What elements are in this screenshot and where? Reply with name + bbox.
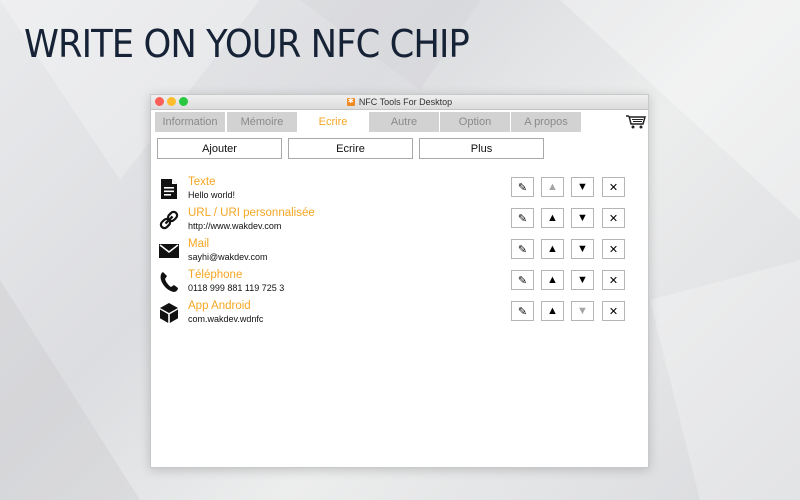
pencil-icon: ✎ [517, 181, 528, 194]
link-icon [158, 209, 180, 231]
write-button[interactable]: Ecrire [288, 138, 413, 159]
move-up-button[interactable]: ▲ [541, 301, 564, 321]
move-up-button[interactable]: ▲ [541, 270, 564, 290]
tab-information[interactable]: Information [155, 112, 225, 132]
pencil-icon: ✎ [517, 274, 528, 287]
shopping-cart-icon[interactable] [625, 113, 647, 129]
edit-record-button[interactable]: ✎ [511, 239, 534, 259]
record-title: Mail [188, 238, 210, 250]
record-row: App Android com.wakdev.wdnfc ✎ ▲ ▼ ✕ [151, 298, 648, 329]
edit-record-button[interactable]: ✎ [511, 177, 534, 197]
tab-option[interactable]: Option [440, 112, 510, 132]
record-title: Téléphone [188, 269, 243, 281]
record-value: 0118 999 881 119 725 3 [188, 283, 285, 293]
delete-record-button[interactable]: ✕ [602, 239, 625, 259]
pencil-icon: ✎ [517, 212, 528, 225]
record-title: App Android [188, 300, 251, 312]
package-icon [158, 302, 180, 324]
move-up-button[interactable]: ▲ [541, 239, 564, 259]
record-row: Texte Hello world! ✎ ▲ ▼ ✕ [151, 174, 648, 205]
record-value: Hello world! [188, 190, 236, 200]
triangle-down-icon: ▼ [577, 181, 588, 193]
document-icon [158, 178, 180, 200]
page-headline: WRITE ON YOUR NFC CHIP [24, 22, 470, 66]
envelope-icon [158, 240, 180, 262]
triangle-up-icon: ▲ [547, 212, 558, 224]
move-up-button: ▲ [541, 177, 564, 197]
delete-record-button[interactable]: ✕ [602, 301, 625, 321]
window-title: NFC Tools For Desktop [358, 97, 453, 107]
pencil-icon: ✎ [517, 305, 528, 318]
pencil-icon: ✎ [517, 243, 528, 256]
record-row: Mail sayhi@wakdev.com ✎ ▲ ▼ ✕ [151, 236, 648, 267]
triangle-down-icon: ▼ [577, 243, 588, 255]
nfc-app-icon: ✱ [346, 98, 355, 106]
edit-record-button[interactable]: ✎ [511, 270, 534, 290]
title-wrap: ✱ NFC Tools For Desktop [151, 95, 648, 109]
record-value: sayhi@wakdev.com [188, 252, 268, 262]
more-button[interactable]: Plus [419, 138, 544, 159]
move-down-button[interactable]: ▼ [571, 270, 594, 290]
close-icon: ✕ [608, 181, 619, 194]
triangle-up-icon: ▲ [547, 181, 558, 193]
title-bar: ✱ NFC Tools For Desktop [151, 95, 648, 110]
tab-memoire[interactable]: Mémoire [227, 112, 297, 132]
close-icon: ✕ [608, 305, 619, 318]
delete-record-button[interactable]: ✕ [602, 270, 625, 290]
triangle-up-icon: ▲ [547, 274, 558, 286]
tab-ecrire[interactable]: Ecrire [298, 112, 368, 132]
record-value: com.wakdev.wdnfc [188, 314, 264, 324]
edit-record-button[interactable]: ✎ [511, 208, 534, 228]
close-icon: ✕ [608, 212, 619, 225]
triangle-up-icon: ▲ [547, 243, 558, 255]
record-row: Téléphone 0118 999 881 119 725 3 ✎ ▲ ▼ ✕ [151, 267, 648, 298]
move-down-button: ▼ [571, 301, 594, 321]
tab-a-propos[interactable]: A propos [511, 112, 581, 132]
tab-autre[interactable]: Autre [369, 112, 439, 132]
app-window: ✱ NFC Tools For Desktop Information Mémo… [150, 94, 649, 468]
move-down-button[interactable]: ▼ [571, 239, 594, 259]
triangle-up-icon: ▲ [547, 305, 558, 317]
triangle-down-icon: ▼ [577, 212, 588, 224]
record-title: URL / URI personnalisée [188, 207, 315, 219]
phone-icon [158, 271, 180, 293]
triangle-down-icon: ▼ [577, 274, 588, 286]
close-icon: ✕ [608, 243, 619, 256]
triangle-down-icon: ▼ [577, 305, 588, 317]
add-button[interactable]: Ajouter [157, 138, 282, 159]
record-value: http://www.wakdev.com [188, 221, 282, 231]
move-down-button[interactable]: ▼ [571, 177, 594, 197]
delete-record-button[interactable]: ✕ [602, 177, 625, 197]
record-row: URL / URI personnalisée http://www.wakde… [151, 205, 648, 236]
edit-record-button[interactable]: ✎ [511, 301, 534, 321]
move-up-button[interactable]: ▲ [541, 208, 564, 228]
close-icon: ✕ [608, 274, 619, 287]
delete-record-button[interactable]: ✕ [602, 208, 625, 228]
move-down-button[interactable]: ▼ [571, 208, 594, 228]
record-title: Texte [188, 176, 216, 188]
